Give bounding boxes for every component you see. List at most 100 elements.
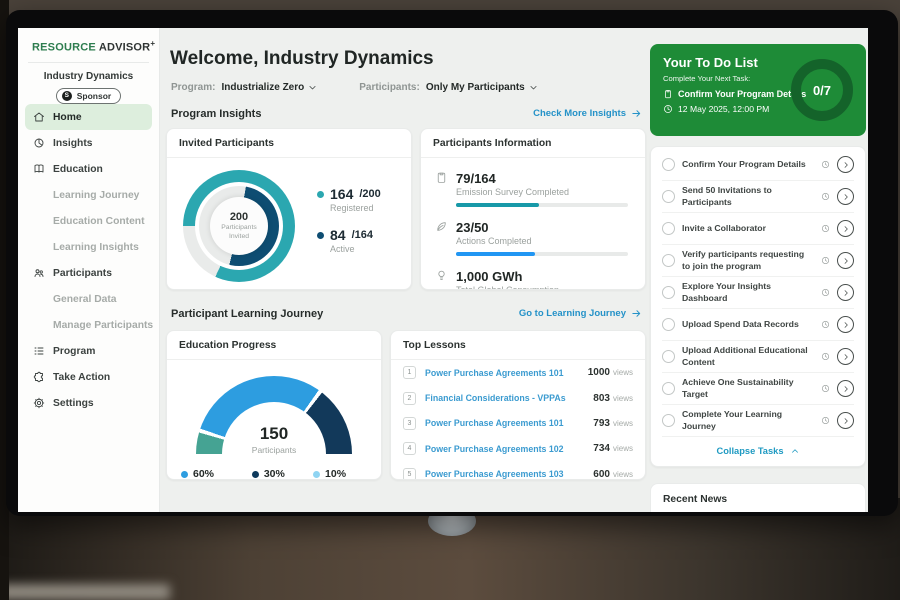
chevron-down-icon [308, 83, 317, 92]
sidebar-item-participants[interactable]: Participants [25, 260, 152, 286]
clock-icon [821, 156, 830, 174]
todo-item-label: Explore Your Insights Dashboard [682, 281, 814, 304]
sidebar-item-label: Program [53, 346, 95, 357]
sidebar-item-label: Insights [53, 138, 92, 149]
todo-progress-value: 0/7 [813, 83, 831, 98]
program-filter: Program: Industrialize Zero [171, 82, 317, 93]
checkbox-icon[interactable] [662, 414, 675, 427]
chevron-right-icon[interactable] [837, 252, 854, 269]
lesson-link[interactable]: Financial Considerations - VPPAs [425, 393, 593, 403]
lesson-views-suffix: views [613, 444, 633, 453]
checkbox-icon[interactable] [662, 286, 675, 299]
chevron-down-icon [529, 83, 538, 92]
settings-icon [33, 397, 45, 409]
checkbox-icon[interactable] [662, 350, 675, 363]
checkbox-icon[interactable] [662, 190, 675, 203]
gauge-label: Participants [252, 445, 296, 455]
recent-news-title: Recent News [663, 494, 853, 505]
todo-item[interactable]: Verify participants requesting to join t… [662, 245, 854, 277]
take-action-icon [33, 371, 45, 383]
legend-dot [313, 471, 320, 478]
insights-icon [33, 137, 45, 149]
chevron-right-icon[interactable] [837, 412, 854, 429]
info-value: 1,000 GWh [456, 269, 559, 284]
sidebar-item-insights[interactable]: Insights [25, 130, 152, 156]
clock-icon [663, 104, 673, 114]
todo-item-label: Complete Your Learning Journey [682, 409, 814, 432]
sidebar-item-manage-participants[interactable]: Manage Participants [18, 312, 159, 338]
todo-item-label: Verify participants requesting to join t… [682, 249, 814, 272]
divider [28, 62, 149, 63]
legend-dot [317, 191, 324, 198]
clipboard-icon [435, 171, 448, 184]
gauge-legend: 60% Completed 30% Pending 10% Not Starte… [167, 468, 381, 480]
sidebar: RESOURCE ADVISOR+ Industry Dynamics S Sp… [18, 28, 160, 512]
sponsor-badge[interactable]: S Sponsor [56, 88, 121, 104]
lesson-views-suffix: views [613, 470, 633, 479]
sidebar-item-learning-insights[interactable]: Learning Insights [18, 234, 159, 260]
lesson-link[interactable]: Power Purchase Agreements 102 [425, 444, 593, 454]
todo-item[interactable]: Upload Additional Educational Content [662, 341, 854, 373]
todo-progress-ring: 0/7 [791, 59, 853, 121]
todo-next-task-time-label: 12 May 2025, 12:00 PM [678, 104, 769, 114]
recent-news-card: Recent News [650, 483, 866, 512]
sidebar-item-label: Settings [53, 398, 94, 409]
checkbox-icon[interactable] [662, 254, 675, 267]
program-filter-dropdown[interactable]: Industrialize Zero [221, 82, 317, 93]
legend-registered: 164/200 Registered [317, 186, 381, 213]
sidebar-item-take-action[interactable]: Take Action [25, 364, 152, 390]
chevron-right-icon[interactable] [837, 284, 854, 301]
sidebar-item-learning-journey[interactable]: Learning Journey [18, 182, 159, 208]
todo-item-label: Confirm Your Program Details [682, 159, 814, 170]
lesson-link[interactable]: Power Purchase Agreements 103 [425, 469, 593, 479]
sidebar-item-general-data[interactable]: General Data [18, 286, 159, 312]
chevron-right-icon[interactable] [837, 188, 854, 205]
sidebar-item-education-content[interactable]: Education Content [18, 208, 159, 234]
card-title: Top Lessons [391, 331, 645, 359]
todo-item[interactable]: Explore Your Insights Dashboard [662, 277, 854, 309]
sidebar-item-label: Take Action [53, 372, 110, 383]
leaf-icon [435, 220, 448, 233]
collapse-tasks-link[interactable]: Collapse Tasks [651, 437, 865, 464]
checkbox-icon[interactable] [662, 382, 675, 395]
donut-center-label: Participants Invited [217, 224, 261, 241]
todo-item[interactable]: Invite a Collaborator [662, 213, 854, 245]
chevron-right-icon[interactable] [837, 380, 854, 397]
sidebar-item-program[interactable]: Program [25, 338, 152, 364]
go-to-learning-journey-link[interactable]: Go to Learning Journey [519, 308, 642, 319]
chevron-right-icon[interactable] [837, 156, 854, 173]
sidebar-item-education[interactable]: Education [25, 156, 152, 182]
todo-item[interactable]: Complete Your Learning Journey [662, 405, 854, 437]
divider [167, 359, 381, 360]
chevron-right-icon[interactable] [837, 316, 854, 333]
sidebar-item-settings[interactable]: Settings [25, 390, 152, 416]
todo-item-label: Invite a Collaborator [682, 223, 814, 234]
checkbox-icon[interactable] [662, 158, 675, 171]
todo-item[interactable]: Send 50 Invitations to Participants [662, 181, 854, 213]
lesson-row: 5 Power Purchase Agreements 103 600 view… [391, 462, 645, 480]
info-row-consumption: 1,000 GWh Total Global Consumption [421, 269, 645, 290]
todo-item[interactable]: Confirm Your Program Details [662, 149, 854, 181]
progress-fill [456, 203, 539, 207]
todo-item[interactable]: Upload Spend Data Records [662, 309, 854, 341]
chevron-right-icon[interactable] [837, 220, 854, 237]
lesson-rank: 4 [403, 442, 416, 455]
legend-dot [252, 471, 259, 478]
checkbox-icon[interactable] [662, 222, 675, 235]
sidebar-item-label: Learning Insights [53, 242, 139, 253]
legend-pending: 30% Pending [252, 468, 294, 480]
todo-item[interactable]: Achieve One Sustainability Target [662, 373, 854, 405]
sidebar-item-home[interactable]: Home [25, 104, 152, 130]
chevron-right-icon[interactable] [837, 348, 854, 365]
lesson-link[interactable]: Power Purchase Agreements 101 [425, 418, 593, 428]
checkbox-icon[interactable] [662, 318, 675, 331]
home-icon [33, 111, 45, 123]
lesson-link[interactable]: Power Purchase Agreements 101 [425, 368, 588, 378]
lesson-views: 803 [593, 393, 610, 404]
check-more-insights-link[interactable]: Check More Insights [533, 108, 642, 119]
participants-information-card: Participants Information 79/164 Emission… [420, 128, 646, 290]
participants-filter-dropdown[interactable]: Only My Participants [426, 82, 538, 93]
participants-filter: Participants: Only My Participants [359, 82, 538, 93]
clipboard-icon [663, 89, 673, 99]
todo-item-label: Upload Spend Data Records [682, 319, 814, 330]
